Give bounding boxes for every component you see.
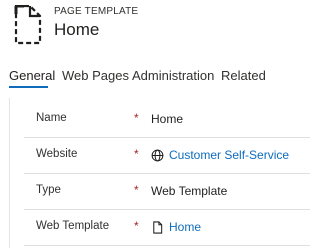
type-field[interactable]: Web Template: [151, 184, 227, 198]
required-indicator: *: [134, 147, 139, 161]
field-label-name: Name: [36, 112, 67, 124]
record-title: Home: [54, 20, 100, 39]
field-label-web-template: Web Template: [36, 220, 110, 232]
required-indicator: *: [134, 111, 139, 125]
entity-type-label: PAGE TEMPLATE: [54, 6, 139, 17]
field-row-name: Name * Home: [10, 102, 310, 138]
row-divider: [24, 245, 310, 246]
general-form-section: Name * Home Website * Customer Self-Serv…: [9, 98, 310, 248]
field-label-website: Website: [36, 148, 78, 160]
globe-icon: [151, 149, 164, 161]
required-indicator: *: [134, 219, 139, 233]
web-template-lookup-field[interactable]: Home: [151, 220, 201, 234]
page-template-icon: [14, 5, 42, 45]
name-field[interactable]: Home: [151, 112, 183, 126]
name-value: Home: [151, 112, 184, 126]
tab-web-pages[interactable]: Web Pages: [62, 68, 129, 83]
website-lookup-link[interactable]: Customer Self-Service: [169, 148, 289, 162]
active-tab-indicator: [9, 86, 48, 88]
record-header: PAGE TEMPLATE Home: [0, 0, 300, 60]
tab-administration[interactable]: Administration: [132, 68, 214, 83]
field-row-website: Website * Customer Self-Service: [10, 138, 310, 174]
document-icon: [153, 220, 163, 234]
required-indicator: *: [134, 183, 139, 197]
field-row-type: Type * Web Template: [10, 174, 310, 210]
tab-general[interactable]: General: [9, 68, 55, 83]
tab-related[interactable]: Related: [221, 68, 266, 83]
web-template-lookup-link[interactable]: Home: [169, 220, 201, 234]
website-lookup-field[interactable]: Customer Self-Service: [151, 148, 289, 162]
field-label-type: Type: [36, 184, 61, 196]
type-value: Web Template: [151, 184, 228, 198]
